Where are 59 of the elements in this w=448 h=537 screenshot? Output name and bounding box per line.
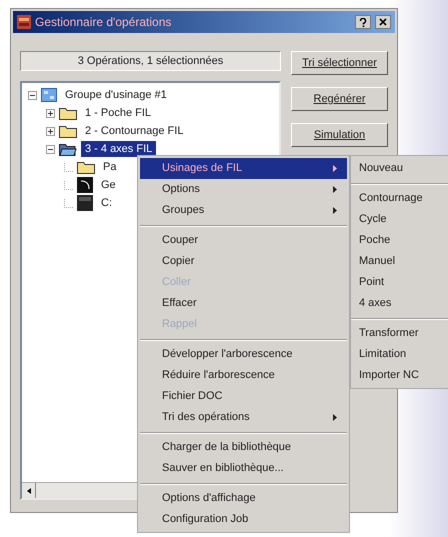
menu-item[interactable]: Groupes <box>140 200 347 221</box>
tree-item[interactable]: 3 - 4 axes FIL <box>81 140 156 158</box>
submenu-arrow-icon <box>333 186 337 193</box>
dialog-button[interactable]: Regénérer <box>291 87 388 111</box>
scroll-left-icon <box>26 488 30 494</box>
expand-toggle[interactable] <box>46 108 55 118</box>
menu-item[interactable]: Couper <box>140 230 347 251</box>
tree-item[interactable]: Pa <box>99 158 120 176</box>
dialog-button[interactable]: Simulation <box>291 123 388 147</box>
folder-icon <box>59 124 77 138</box>
tree-item[interactable]: Ge <box>97 176 120 194</box>
menu-item[interactable]: Effacer <box>140 293 347 314</box>
menu-item[interactable]: Options d'affichage <box>140 488 347 509</box>
menu-item[interactable]: Options <box>140 179 347 200</box>
status-field: 3 Opérations, 1 sélectionnées <box>20 51 281 71</box>
menu-item[interactable]: Manuel <box>351 251 448 272</box>
submenu-arrow-icon <box>333 207 337 214</box>
menu-item[interactable]: Copier <box>140 251 347 272</box>
submenu-arrow-icon <box>333 414 337 421</box>
menu-item[interactable]: Poche <box>351 230 448 251</box>
menu-item[interactable]: Importer NC <box>351 365 448 386</box>
close-icon <box>379 18 387 26</box>
app-icon <box>17 15 31 29</box>
folder-icon <box>59 142 77 156</box>
menu-item[interactable]: Développer l'arborescence <box>140 344 347 365</box>
tree-item[interactable]: 2 - Contournage FIL <box>81 122 188 140</box>
menu-item[interactable]: Nouveau <box>351 158 448 179</box>
menu-item[interactable]: Configuration Job <box>140 509 347 530</box>
tree-item[interactable]: Groupe d'usinage #1 <box>61 86 171 104</box>
help-button[interactable] <box>355 15 371 29</box>
menu-item[interactable]: Contournage <box>351 188 448 209</box>
menu-item[interactable]: Réduire l'arborescence <box>140 365 347 386</box>
menu-item[interactable]: Usinages de FIL <box>140 158 347 179</box>
menu-item[interactable]: Transformer <box>351 323 448 344</box>
document-icon <box>77 195 93 211</box>
menu-item[interactable]: 4 axes <box>351 293 448 314</box>
menu-item[interactable]: Tri des opérations <box>140 407 347 428</box>
group-icon <box>41 88 57 102</box>
collapse-toggle[interactable] <box>46 144 55 154</box>
menu-item[interactable]: Charger de la bibliothèque <box>140 437 347 458</box>
menu-item[interactable]: Fichier DOC <box>140 386 347 407</box>
collapse-toggle[interactable] <box>28 90 37 100</box>
menu-item[interactable]: Cycle <box>351 209 448 230</box>
menu-item[interactable]: Sauver en bibliothèque... <box>140 458 347 479</box>
menu-item[interactable]: Limitation <box>351 344 448 365</box>
dialog-button[interactable]: Tri sélectionner <box>291 51 388 75</box>
help-icon <box>359 18 367 26</box>
tree-item[interactable]: 1 - Poche FIL <box>81 104 156 122</box>
plus-icon <box>47 110 54 116</box>
geometry-icon <box>77 177 93 193</box>
close-button[interactable] <box>375 15 391 29</box>
folder-icon <box>77 160 95 174</box>
expand-toggle[interactable] <box>46 126 55 136</box>
window-title: Gestionnaire d'opérations <box>35 14 172 31</box>
tree-item[interactable]: C: <box>97 194 116 212</box>
menu-item[interactable]: Point <box>351 272 448 293</box>
folder-icon <box>59 106 77 120</box>
plus-icon <box>47 128 54 134</box>
submenu-arrow-icon <box>333 165 337 172</box>
